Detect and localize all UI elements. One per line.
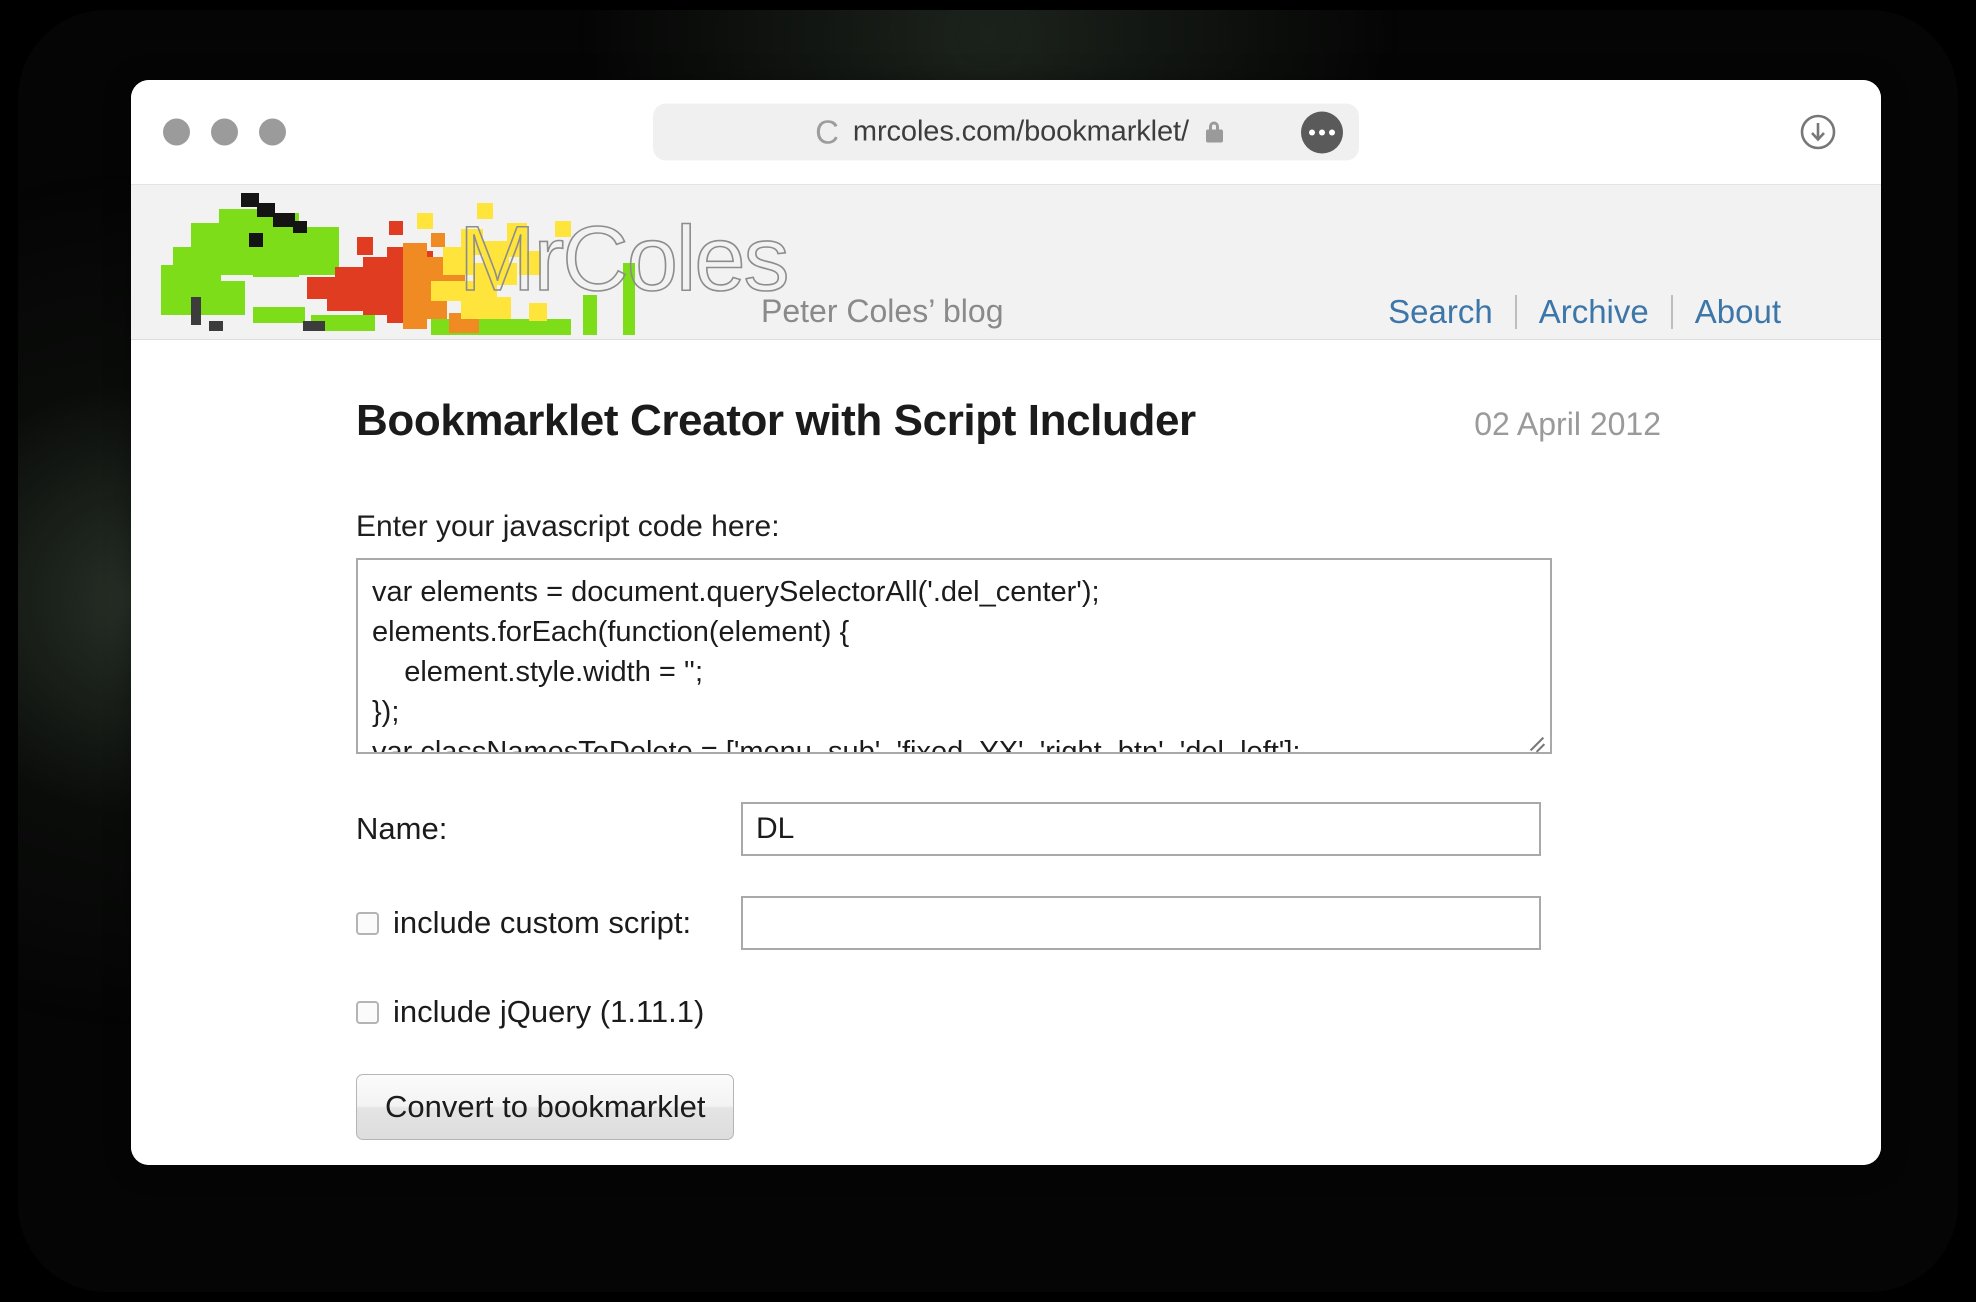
include-jquery-checkbox[interactable]	[356, 1000, 379, 1024]
browser-window: C mrcoles.com/bookmarklet/ MrColes Peter…	[131, 80, 1881, 1165]
device-bezel: C mrcoles.com/bookmarklet/ MrColes Peter…	[18, 10, 1958, 1292]
page-title: Bookmarklet Creator with Script Includer	[356, 396, 1196, 445]
page-content: Bookmarklet Creator with Script Includer…	[131, 340, 1881, 1165]
javascript-code-textarea[interactable]	[356, 558, 1552, 754]
site-logo[interactable]: MrColes	[131, 185, 790, 339]
nav-link-about[interactable]: About	[1673, 293, 1803, 331]
custom-script-label-text: include custom script:	[393, 905, 692, 940]
lock-icon	[1205, 121, 1223, 143]
custom-script-url-input[interactable]	[741, 896, 1541, 950]
name-input[interactable]	[741, 802, 1541, 856]
code-field-label: Enter your javascript code here:	[356, 510, 780, 543]
close-window-button[interactable]	[163, 118, 190, 146]
maximize-window-button[interactable]	[259, 118, 286, 146]
include-custom-script-checkbox[interactable]	[356, 911, 379, 935]
url-text[interactable]: mrcoles.com/bookmarklet/	[853, 116, 1189, 149]
download-icon[interactable]	[1797, 111, 1839, 153]
name-field-label: Name:	[356, 811, 448, 846]
article-header: Bookmarklet Creator with Script Includer…	[356, 396, 1661, 446]
site-tagline: Peter Coles’ blog	[761, 293, 1004, 329]
custom-script-field-label: include custom script:	[356, 905, 741, 941]
site-navigation: Search Archive About	[1366, 293, 1803, 331]
minimize-window-button[interactable]	[211, 118, 238, 146]
jquery-field-label: include jQuery (1.11.1)	[356, 994, 704, 1030]
nav-link-archive[interactable]: Archive	[1517, 293, 1671, 331]
site-header: MrColes Peter Coles’ blog Search Archive…	[131, 185, 1881, 340]
bookmarklet-form: Enter your javascript code here: Name: i…	[356, 510, 1626, 1140]
browser-toolbar: C mrcoles.com/bookmarklet/	[131, 80, 1881, 185]
jquery-row: include jQuery (1.11.1)	[356, 994, 1626, 1030]
ellipsis-icon[interactable]	[1301, 111, 1343, 153]
window-controls	[163, 118, 286, 146]
custom-script-row: include custom script:	[356, 896, 1626, 950]
logo-wordmark: MrColes	[458, 208, 790, 310]
code-textarea-wrapper	[356, 558, 1552, 754]
nav-link-search[interactable]: Search	[1366, 293, 1515, 331]
publish-date: 02 April 2012	[1474, 406, 1661, 442]
address-bar-content: C mrcoles.com/bookmarklet/	[653, 116, 1359, 149]
convert-to-bookmarklet-button[interactable]: Convert to bookmarklet	[356, 1074, 735, 1140]
reader-c-icon[interactable]: C	[815, 116, 839, 149]
jquery-label-text: include jQuery (1.11.1)	[393, 994, 705, 1029]
name-row: Name:	[356, 802, 1626, 856]
address-bar[interactable]: C mrcoles.com/bookmarklet/	[653, 103, 1359, 161]
